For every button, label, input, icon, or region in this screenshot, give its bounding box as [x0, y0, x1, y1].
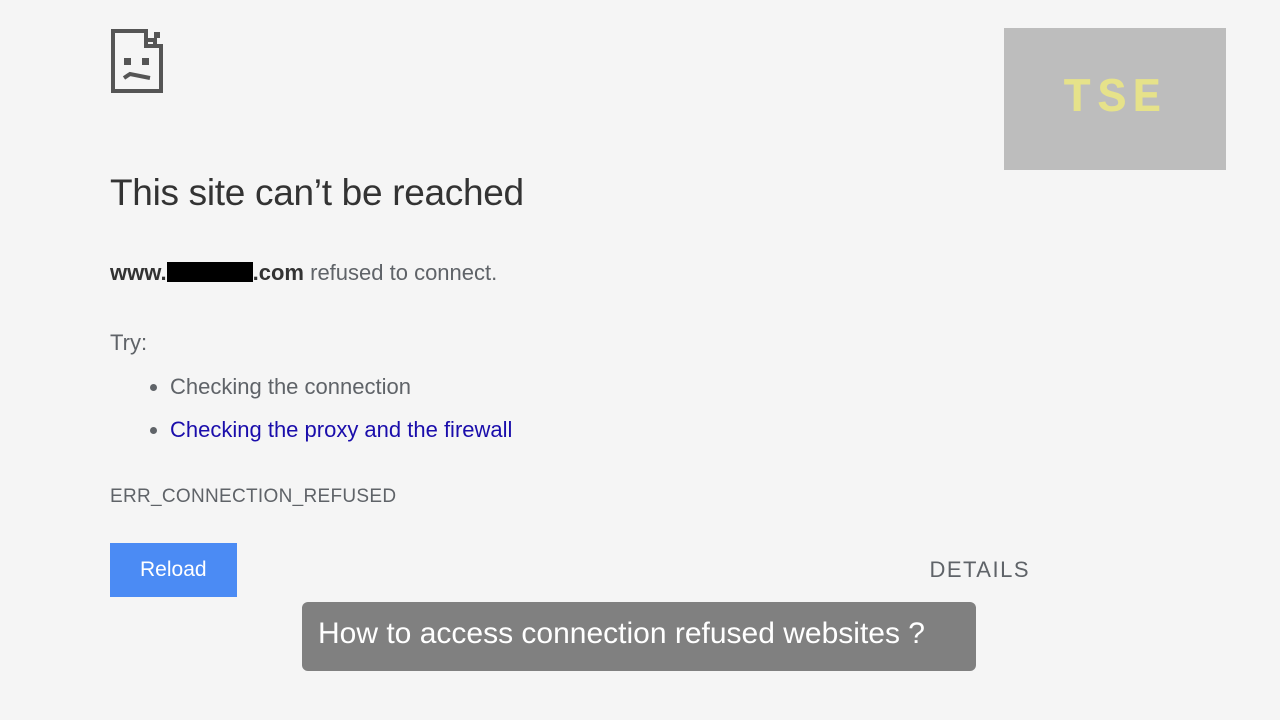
caption-text: How to access connection refused website… — [318, 617, 925, 650]
details-button[interactable]: DETAILS — [929, 557, 1030, 583]
error-code: ERR_CONNECTION_REFUSED — [110, 486, 1030, 508]
suggestion-check-proxy-link[interactable]: Checking the proxy and the firewall — [170, 417, 512, 442]
tse-badge: TSE — [1004, 28, 1226, 170]
caption-overlay: How to access connection refused website… — [302, 602, 976, 671]
error-domain-line: www. .com refused to connect. — [110, 260, 1030, 286]
suggestion-check-connection: Checking the connection — [170, 370, 1030, 403]
domain-prefix: www. — [110, 260, 167, 285]
refused-text: refused to connect. — [304, 260, 497, 285]
error-heading: This site can’t be reached — [110, 172, 1030, 214]
tse-label: TSE — [1063, 72, 1167, 126]
suggestion-list: Checking the connection Checking the pro… — [170, 370, 1030, 446]
button-row: Reload DETAILS — [110, 543, 1030, 597]
redacted-domain — [167, 262, 253, 282]
error-content: This site can’t be reached www. .com refu… — [110, 28, 1030, 508]
try-label: Try: — [110, 330, 1030, 356]
sad-page-icon — [110, 28, 164, 94]
domain-suffix: .com — [253, 260, 304, 285]
reload-button[interactable]: Reload — [110, 543, 237, 597]
